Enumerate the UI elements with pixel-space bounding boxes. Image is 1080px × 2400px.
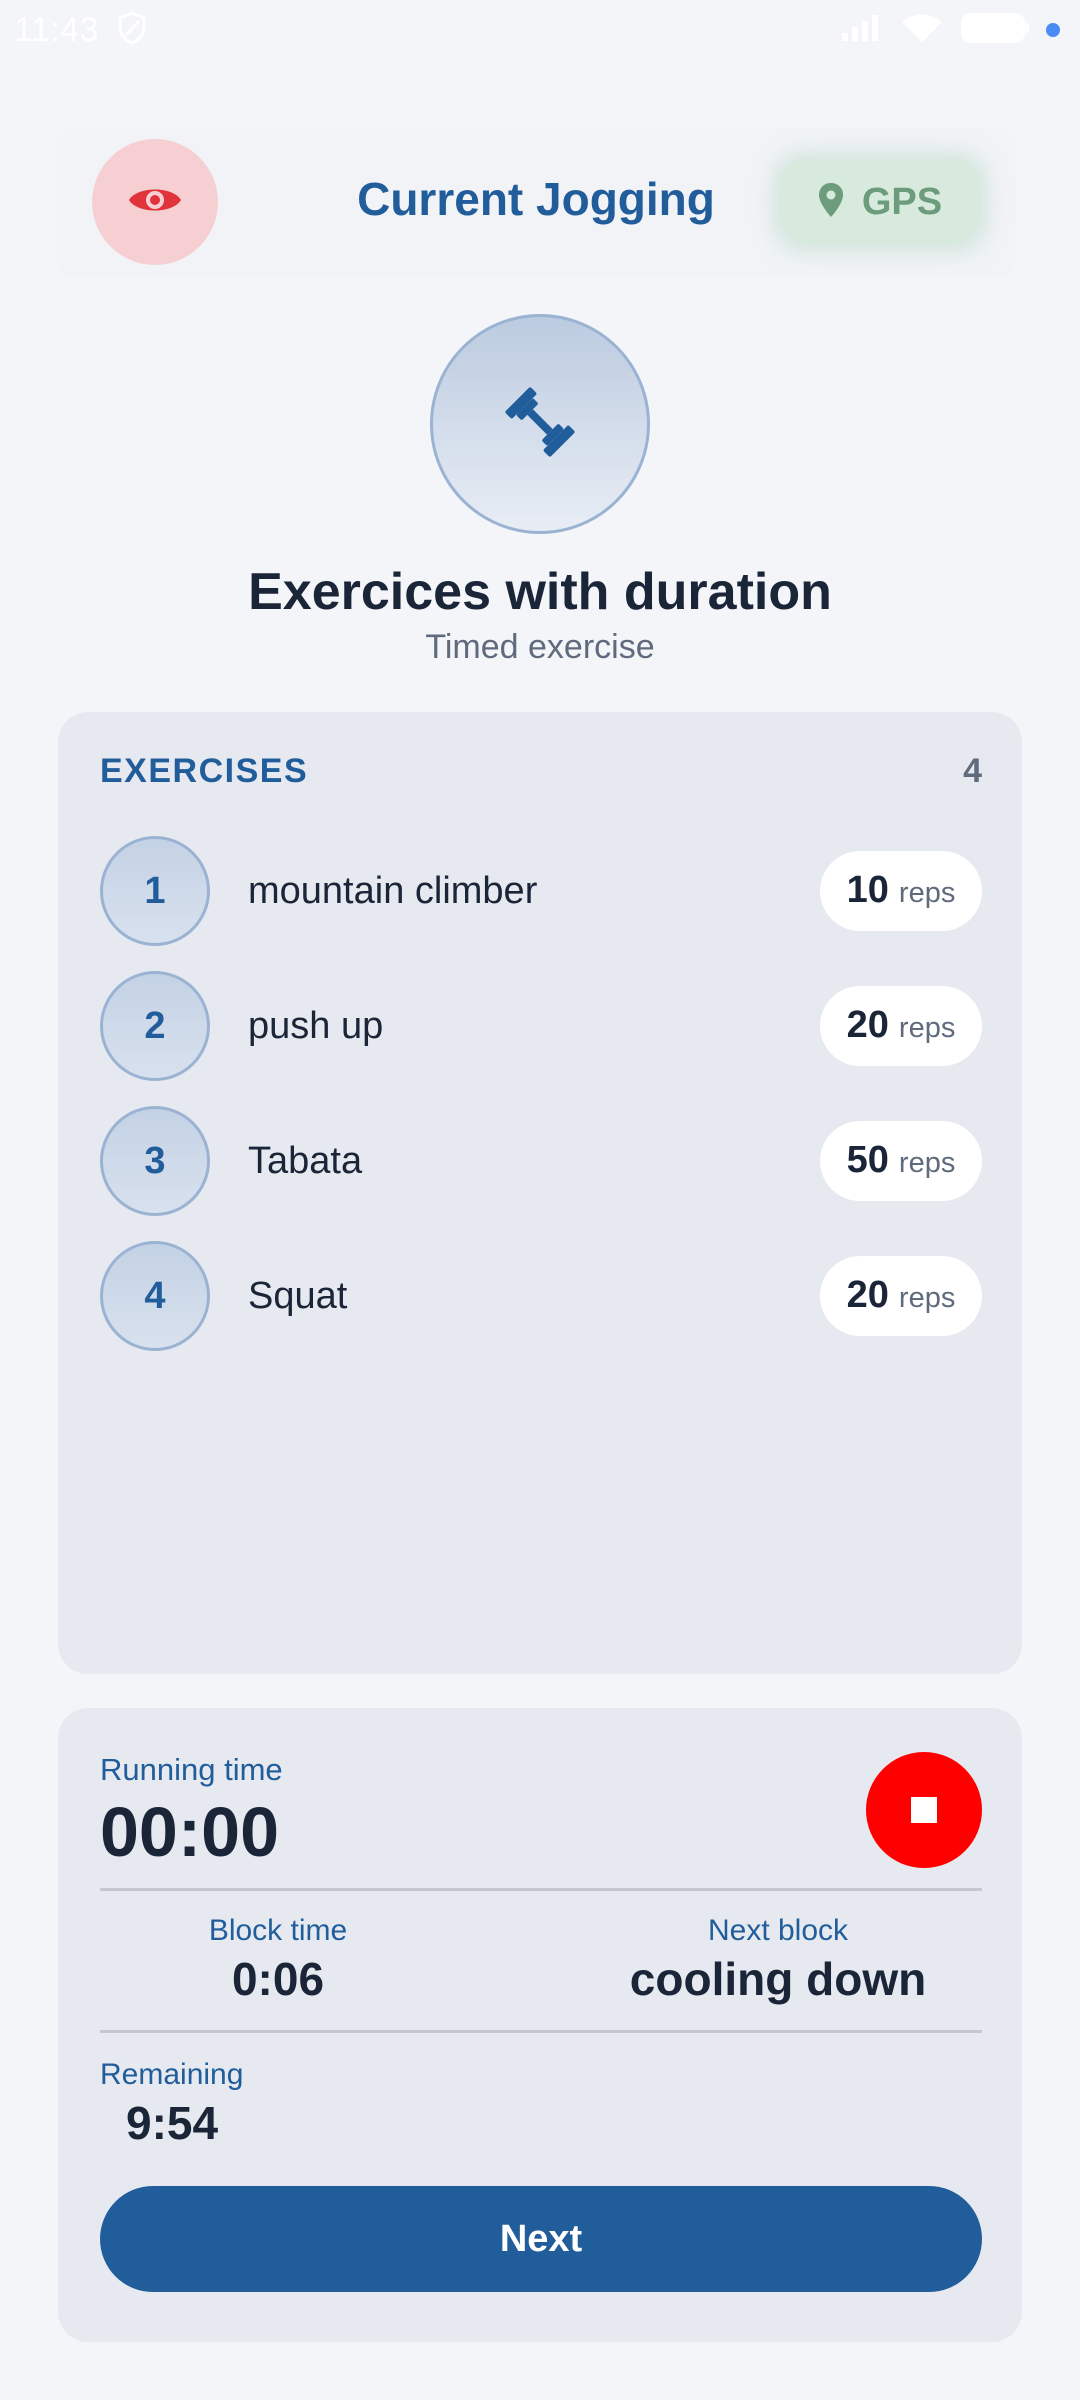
block-time-stat: Block time 0:06 [158,1914,398,2006]
reps-value: 20 [846,1274,889,1316]
reps-value: 10 [846,869,889,911]
block-icon-badge [430,314,650,534]
list-item[interactable]: 1 mountain climber 10 reps [100,836,982,946]
stop-button[interactable] [866,1752,982,1868]
exercise-name: Squat [248,1274,348,1317]
exercise-name: mountain climber [248,869,538,912]
next-block-label: Next block [707,1914,849,1947]
dumbbell-icon [500,382,580,467]
reps-unit: reps [898,1282,956,1314]
next-button[interactable]: Next [100,2186,982,2292]
gps-label: GPS [861,180,943,223]
exercises-count: 4 [963,752,982,790]
status-time: 11:43 [14,10,100,49]
gps-button[interactable]: GPS [782,161,978,243]
timer-card: Running time 00:00 Block time 0:06 Next … [58,1708,1022,2342]
reps-unit: reps [898,1012,956,1044]
next-block-value: cooling down [629,1953,927,2005]
list-item[interactable]: 3 Tabata 50 reps [100,1106,982,1216]
reps-pill: 20 reps [820,1256,982,1336]
block-time-label: Block time [208,1914,348,1947]
list-item[interactable]: 2 push up 20 reps [100,971,982,1081]
exercises-heading: EXERCISES [100,752,309,790]
remaining-value: 9:54 [126,2097,219,2149]
exercise-number-badge: 4 [100,1241,210,1351]
remaining-label: Remaining [100,2058,244,2091]
divider [100,2030,982,2033]
block-subtitle: Timed exercise [425,628,655,666]
block-time-value: 0:06 [231,1953,325,2005]
battery-icon [960,11,1030,50]
header-bar: Current Jogging GPS [56,128,1016,276]
notification-dot [1046,23,1060,37]
next-block-stat: Next block cooling down [578,1914,978,2006]
wifi-icon [900,12,944,49]
exercise-number-badge: 1 [100,836,210,946]
reps-unit: reps [898,1147,956,1179]
running-time-value: 00:00 [100,1793,280,1871]
reps-pill: 20 reps [820,986,982,1066]
reps-pill: 50 reps [820,1121,982,1201]
exercise-name: Tabata [248,1139,363,1182]
stop-icon [911,1797,937,1823]
shield-icon [117,10,147,50]
exercise-name: push up [248,1004,384,1047]
running-time-label: Running time [100,1752,283,1787]
location-pin-icon [818,182,844,223]
reps-unit: reps [898,877,956,909]
signal-icon [840,13,884,48]
reps-value: 50 [846,1139,889,1181]
reps-pill: 10 reps [820,851,982,931]
divider [100,1888,982,1891]
eye-icon [127,182,183,223]
block-title: Exercices with duration [248,563,832,621]
visibility-toggle-button[interactable] [92,139,218,265]
exercise-number-badge: 3 [100,1106,210,1216]
exercises-header: EXERCISES 4 [100,752,982,791]
exercises-card: EXERCISES 4 1 mountain climber 10 reps 2… [58,712,1022,1674]
reps-value: 20 [846,1004,889,1046]
exercise-number-badge: 2 [100,971,210,1081]
list-item[interactable]: 4 Squat 20 reps [100,1241,982,1351]
status-bar: 11:43 [0,0,1080,60]
